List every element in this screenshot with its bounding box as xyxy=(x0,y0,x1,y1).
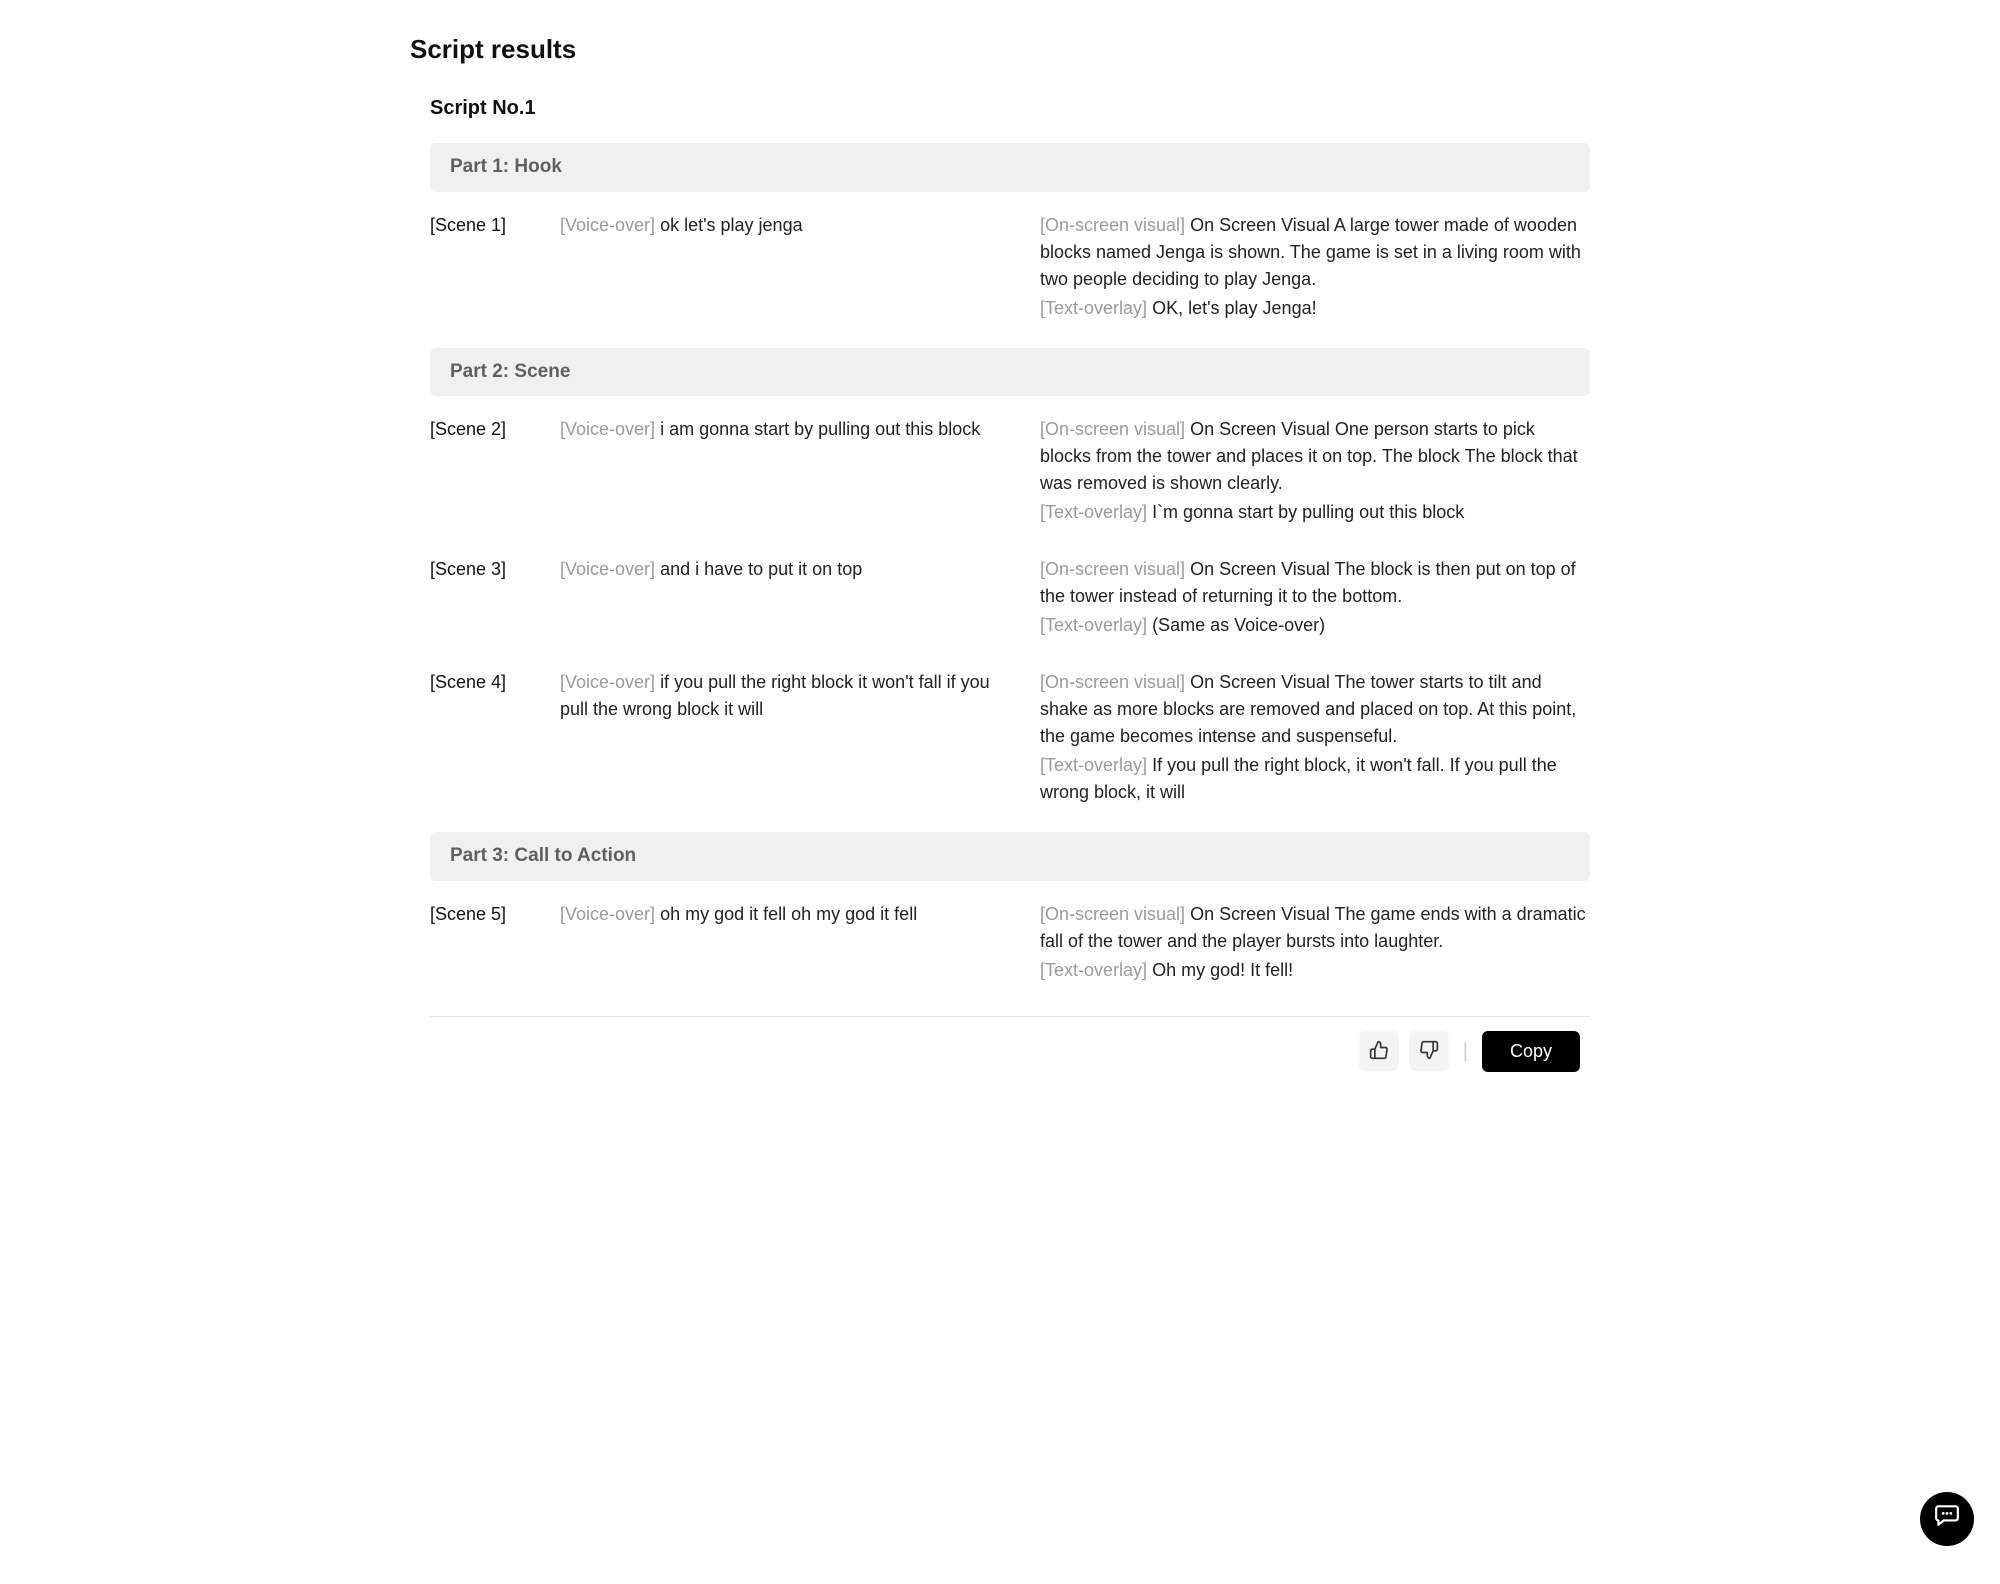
voice-over-text: i am gonna start by pulling out this blo… xyxy=(660,419,980,439)
page-title: Script results xyxy=(410,30,1590,69)
text-overlay-text: Oh my god! It fell! xyxy=(1152,960,1293,980)
voice-over-text: and i have to put it on top xyxy=(660,559,862,579)
divider xyxy=(430,1016,1590,1017)
scene-row: [Scene 1][Voice-over] ok let's play jeng… xyxy=(430,208,1590,348)
on-screen-visual-tag: [On-screen visual] xyxy=(1040,559,1185,579)
text-overlay-text: (Same as Voice-over) xyxy=(1152,615,1325,635)
voice-over-tag: [Voice-over] xyxy=(560,672,655,692)
part-header: Part 2: Scene xyxy=(430,348,1590,397)
voice-over-text: oh my god it fell oh my god it fell xyxy=(660,904,917,924)
part-header: Part 1: Hook xyxy=(430,143,1590,192)
visual-cell: [On-screen visual] On Screen Visual The … xyxy=(1040,669,1590,808)
scene-row: [Scene 3][Voice-over] and i have to put … xyxy=(430,552,1590,665)
chat-fab[interactable] xyxy=(1920,1492,1974,1546)
voice-over-cell: [Voice-over] i am gonna start by pulling… xyxy=(560,416,1020,528)
text-overlay-tag: [Text-overlay] xyxy=(1040,755,1147,775)
on-screen-visual-tag: [On-screen visual] xyxy=(1040,419,1185,439)
thumbs-up-icon xyxy=(1369,1040,1389,1063)
voice-over-cell: [Voice-over] if you pull the right block… xyxy=(560,669,1020,808)
scene-row: [Scene 2][Voice-over] i am gonna start b… xyxy=(430,412,1590,552)
scene-label: [Scene 3] xyxy=(430,556,540,641)
thumbs-up-button[interactable] xyxy=(1359,1031,1399,1071)
voice-over-cell: [Voice-over] and i have to put it on top xyxy=(560,556,1020,641)
voice-over-tag: [Voice-over] xyxy=(560,215,655,235)
voice-over-tag: [Voice-over] xyxy=(560,559,655,579)
scene-label: [Scene 5] xyxy=(430,901,540,986)
scene-label: [Scene 2] xyxy=(430,416,540,528)
scene-row: [Scene 4][Voice-over] if you pull the ri… xyxy=(430,665,1590,832)
voice-over-text: ok let's play jenga xyxy=(660,215,803,235)
text-overlay-text: I`m gonna start by pulling out this bloc… xyxy=(1152,502,1464,522)
voice-over-tag: [Voice-over] xyxy=(560,419,655,439)
chat-icon xyxy=(1934,1502,1960,1536)
parts-container: Part 1: Hook[Scene 1][Voice-over] ok let… xyxy=(430,143,1590,1010)
part-header: Part 3: Call to Action xyxy=(430,832,1590,881)
scene-label: [Scene 4] xyxy=(430,669,540,808)
voice-over-tag: [Voice-over] xyxy=(560,904,655,924)
script-number-heading: Script No.1 xyxy=(430,93,1590,123)
on-screen-visual-tag: [On-screen visual] xyxy=(1040,215,1185,235)
text-overlay-tag: [Text-overlay] xyxy=(1040,502,1147,522)
thumbs-down-button[interactable] xyxy=(1409,1031,1449,1071)
text-overlay-tag: [Text-overlay] xyxy=(1040,615,1147,635)
scene-label: [Scene 1] xyxy=(430,212,540,324)
text-overlay-tag: [Text-overlay] xyxy=(1040,960,1147,980)
voice-over-cell: [Voice-over] oh my god it fell oh my god… xyxy=(560,901,1020,986)
thumbs-down-icon xyxy=(1419,1040,1439,1063)
on-screen-visual-tag: [On-screen visual] xyxy=(1040,904,1185,924)
visual-cell: [On-screen visual] On Screen Visual The … xyxy=(1040,901,1590,986)
voice-over-cell: [Voice-over] ok let's play jenga xyxy=(560,212,1020,324)
visual-cell: [On-screen visual] On Screen Visual A la… xyxy=(1040,212,1590,324)
visual-cell: [On-screen visual] On Screen Visual The … xyxy=(1040,556,1590,641)
separator: | xyxy=(1459,1036,1472,1066)
script-card: Script No.1 Part 1: Hook[Scene 1][Voice-… xyxy=(410,93,1590,1102)
scene-row: [Scene 5][Voice-over] oh my god it fell … xyxy=(430,897,1590,1010)
copy-button[interactable]: Copy xyxy=(1482,1031,1580,1072)
text-overlay-tag: [Text-overlay] xyxy=(1040,298,1147,318)
on-screen-visual-tag: [On-screen visual] xyxy=(1040,672,1185,692)
text-overlay-text: OK, let's play Jenga! xyxy=(1152,298,1317,318)
actions-bar: | Copy xyxy=(430,1031,1590,1072)
visual-cell: [On-screen visual] On Screen Visual One … xyxy=(1040,416,1590,528)
